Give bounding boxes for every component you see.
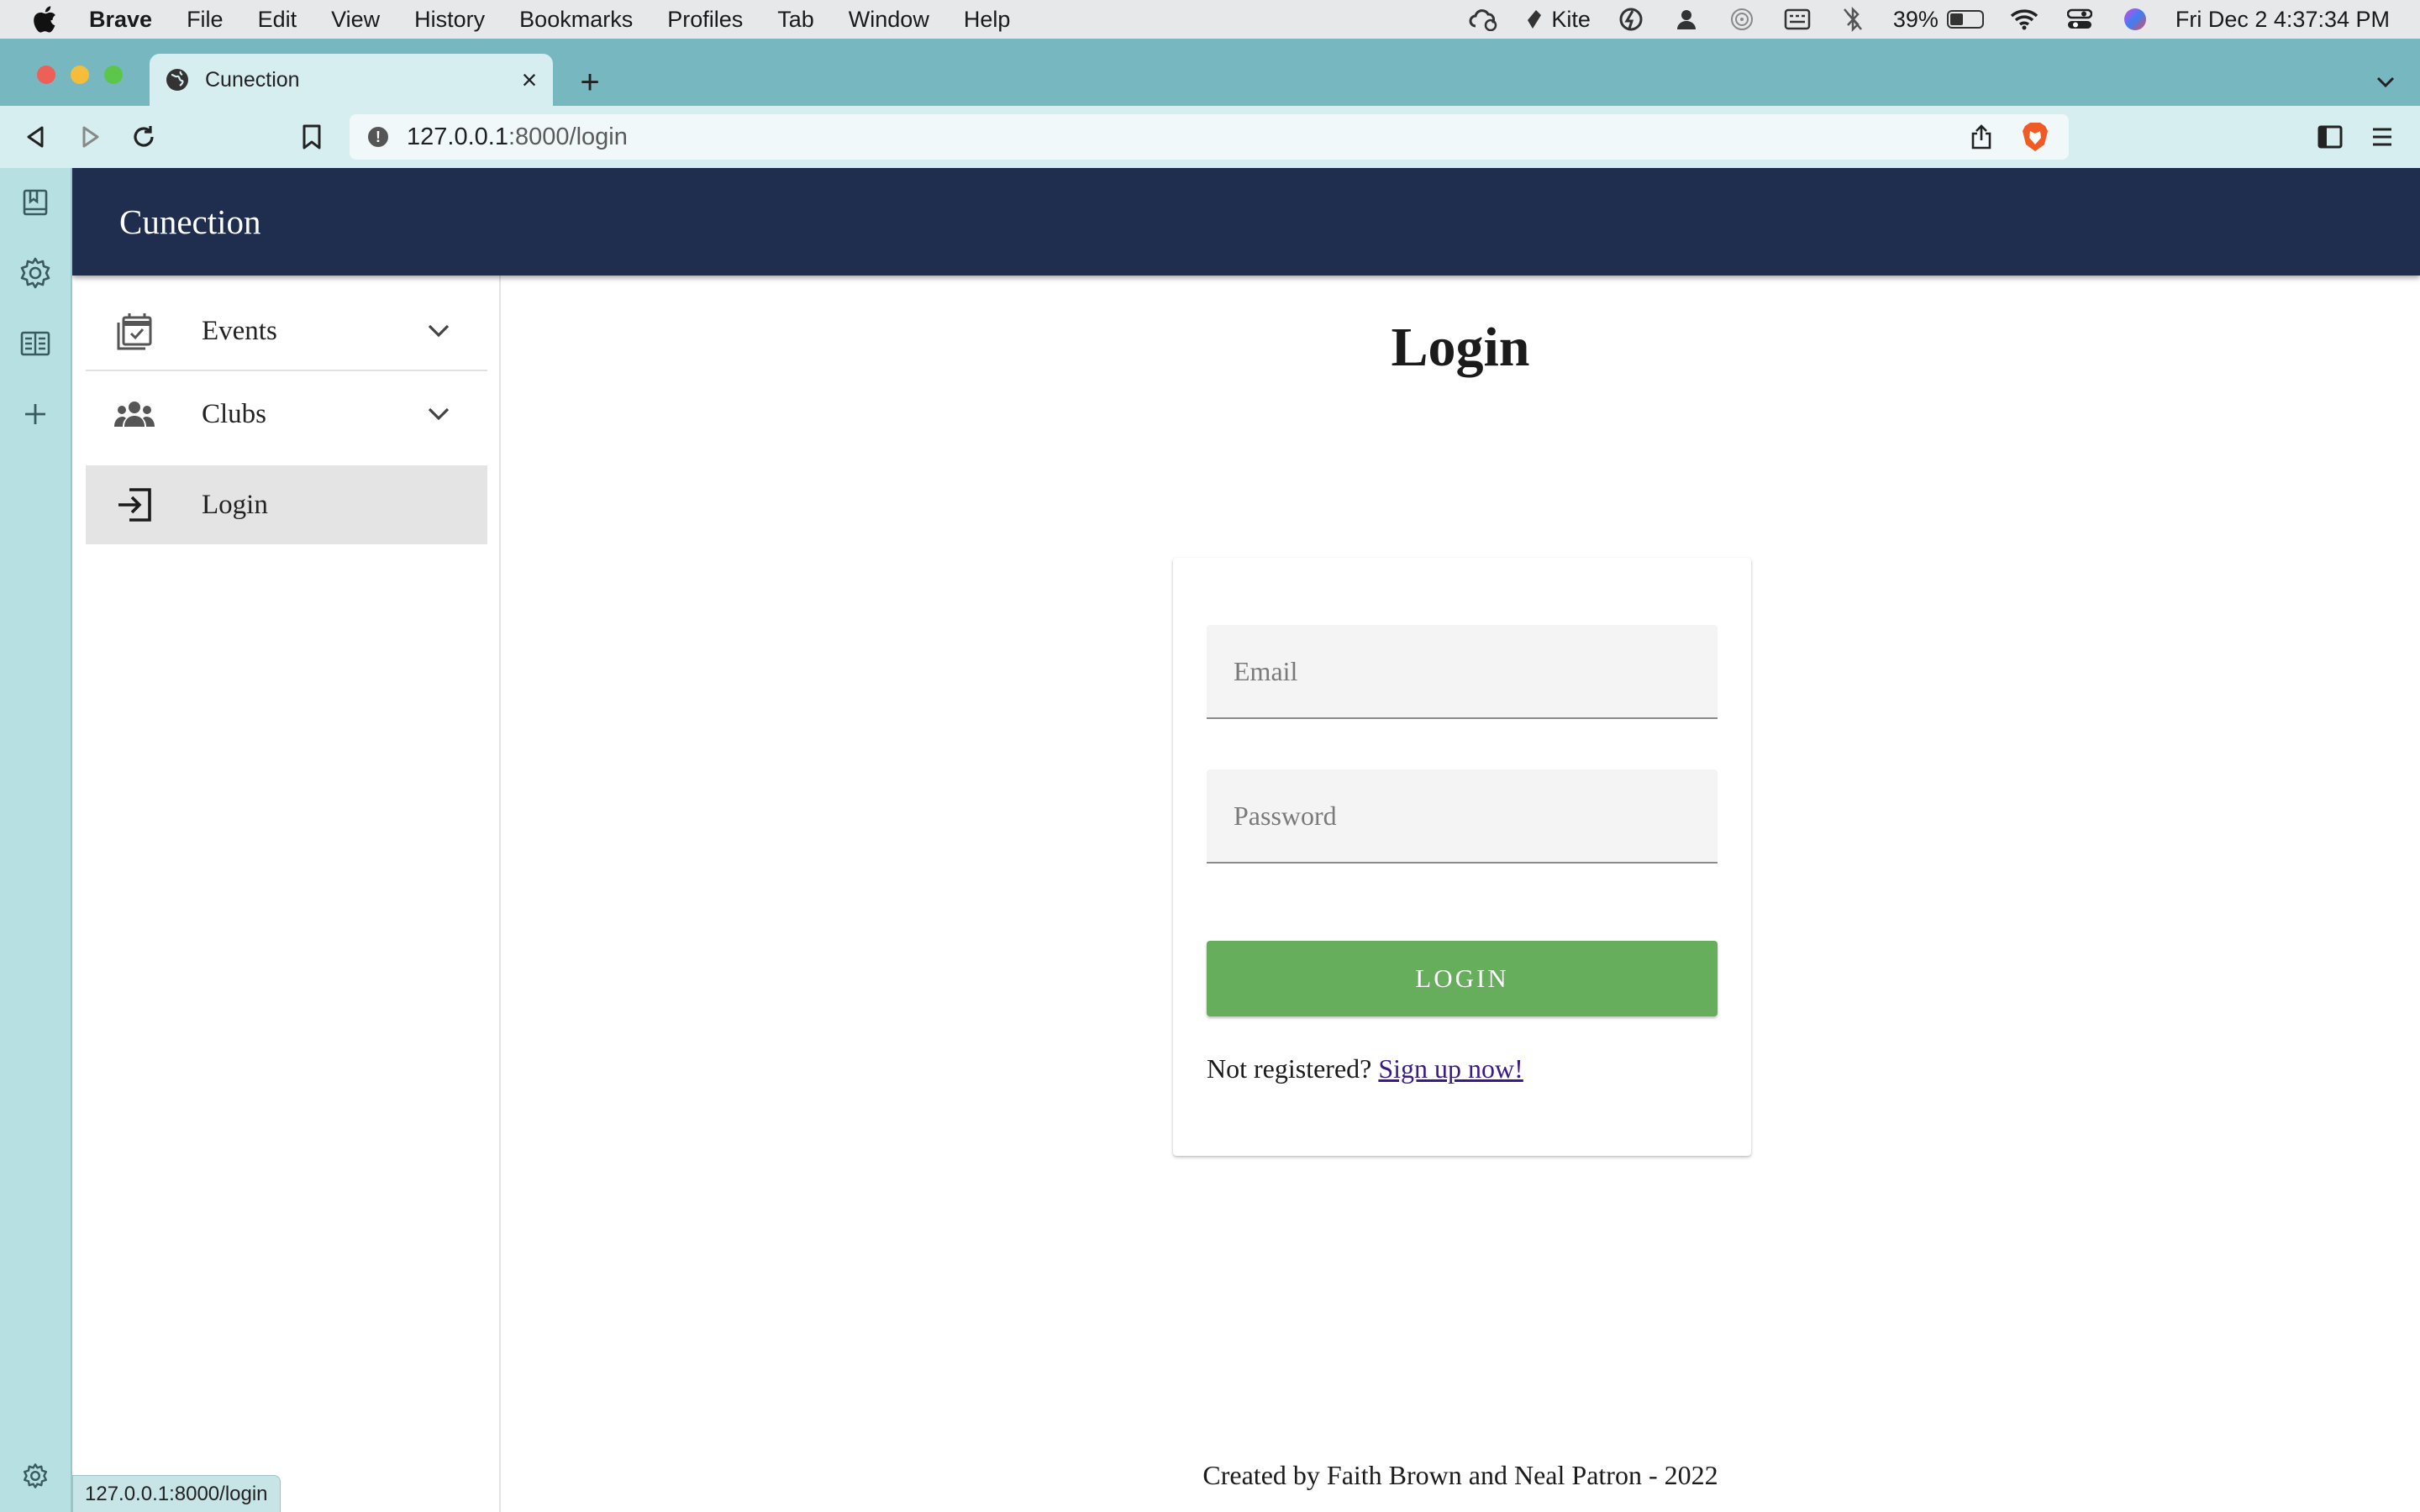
siri-icon[interactable] xyxy=(2120,7,2150,32)
menu-edit[interactable]: Edit xyxy=(258,7,297,33)
browser-toolbar: ! 127.0.0.1:8000/login xyxy=(0,106,2420,168)
status-area: Kite 39% Fri Dec 2 4:37:34 PM xyxy=(1469,0,2390,39)
menu-bookmarks[interactable]: Bookmarks xyxy=(519,7,633,33)
battery-percent: 39% xyxy=(1892,6,1939,32)
page-footer: Created by Faith Brown and Neal Patron -… xyxy=(1202,1460,1718,1490)
gear-icon[interactable] xyxy=(18,255,53,291)
sidebar-settings-icon[interactable] xyxy=(18,1458,53,1494)
wifi-icon[interactable] xyxy=(2009,7,2039,32)
window-zoom-button[interactable] xyxy=(104,66,123,84)
forward-icon[interactable] xyxy=(72,119,108,155)
sign-up-link[interactable]: Sign up now! xyxy=(1378,1053,1523,1084)
kite-status[interactable]: Kite xyxy=(1524,7,1591,32)
user-icon[interactable] xyxy=(1671,7,1702,32)
login-card: LOGIN Not registered? Sign up now! xyxy=(1173,558,1751,1156)
battery-icon xyxy=(1946,10,1984,29)
password-field[interactable] xyxy=(1207,769,1718,862)
kite-label: Kite xyxy=(1551,6,1591,32)
menu-window[interactable]: Window xyxy=(849,7,929,33)
battery-status[interactable]: 39% xyxy=(1893,7,1984,32)
window-minimize-button[interactable] xyxy=(71,66,89,84)
register-prompt: Not registered? Sign up now! xyxy=(1207,1053,1523,1084)
chevron-down-icon[interactable] xyxy=(422,314,455,348)
tab-strip: Cunection × + xyxy=(0,39,2420,106)
password-field-wrapper xyxy=(1207,769,1718,864)
keyboard-icon[interactable] xyxy=(1782,7,1812,32)
side-navigation: Events Clubs Login xyxy=(72,276,501,1512)
brave-shields-icon[interactable] xyxy=(2018,120,2052,154)
login-icon xyxy=(111,481,158,528)
add-icon[interactable] xyxy=(18,396,53,432)
nav-item-clubs[interactable]: Clubs xyxy=(86,375,487,454)
link-status-bubble: 127.0.0.1:8000/login xyxy=(72,1475,281,1512)
email-field-wrapper xyxy=(1207,625,1718,719)
menu-bar: Brave File Edit View History Bookmarks P… xyxy=(0,0,2420,39)
chevron-down-icon[interactable] xyxy=(422,397,455,431)
bookmark-icon[interactable] xyxy=(294,119,329,155)
apple-logo-icon[interactable] xyxy=(32,5,57,34)
clock[interactable]: Fri Dec 2 4:37:34 PM xyxy=(2175,7,2390,33)
menu-app-name[interactable]: Brave xyxy=(89,7,152,33)
email-field[interactable] xyxy=(1207,625,1718,717)
menu-help[interactable]: Help xyxy=(964,7,1011,33)
menu-profiles[interactable]: Profiles xyxy=(667,7,743,33)
url-text[interactable]: 127.0.0.1:8000/login xyxy=(407,123,1965,151)
nav-label-events: Events xyxy=(202,315,277,346)
nav-item-login[interactable]: Login xyxy=(86,465,487,544)
new-tab-icon[interactable]: + xyxy=(571,64,608,101)
reading-list-icon[interactable] xyxy=(18,185,53,220)
group-icon xyxy=(111,391,158,438)
share-icon[interactable] xyxy=(1965,120,1998,154)
globe-icon xyxy=(166,69,188,91)
address-bar[interactable]: ! 127.0.0.1:8000/login xyxy=(350,114,2069,160)
register-prompt-text: Not registered? xyxy=(1207,1053,1372,1084)
url-host: 127.0.0.1 xyxy=(407,123,508,150)
brand-logo[interactable]: Cunection xyxy=(119,202,261,242)
web-page: Cunection Events Clubs Login Login Email… xyxy=(72,168,2420,1512)
login-button[interactable]: LOGIN xyxy=(1207,941,1718,1016)
app-navbar: Cunection xyxy=(72,168,2420,276)
url-path: :8000/login xyxy=(508,123,628,150)
reload-icon[interactable] xyxy=(126,119,161,155)
menu-tab[interactable]: Tab xyxy=(777,7,814,33)
menu-icon[interactable] xyxy=(2365,119,2400,155)
bluetooth-off-icon[interactable] xyxy=(1838,7,1868,32)
window-close-button[interactable] xyxy=(37,66,55,84)
calendar-check-icon xyxy=(111,307,158,354)
site-info-icon[interactable]: ! xyxy=(368,127,388,147)
menu-file[interactable]: File xyxy=(187,7,224,33)
main-content: Login LOGIN Not registered? Sign up now!… xyxy=(501,276,2420,1512)
tab-cunection[interactable]: Cunection × xyxy=(150,54,553,106)
airdrop-icon[interactable] xyxy=(1727,7,1757,32)
energy-icon[interactable] xyxy=(1616,7,1646,32)
control-center-icon[interactable] xyxy=(2065,7,2095,32)
menu-history[interactable]: History xyxy=(414,7,485,33)
back-icon[interactable] xyxy=(18,119,54,155)
bookmarks-icon[interactable] xyxy=(18,326,53,361)
tab-title: Cunection xyxy=(205,67,300,92)
cloud-sync-icon[interactable] xyxy=(1469,7,1499,32)
nav-label-login: Login xyxy=(202,489,268,520)
chevron-down-icon[interactable] xyxy=(2373,69,2398,94)
kite-icon xyxy=(1528,10,1542,29)
close-tab-icon[interactable]: × xyxy=(513,63,546,97)
sidebar-toggle-icon[interactable] xyxy=(2312,119,2348,155)
menu-view[interactable]: View xyxy=(331,7,380,33)
nav-label-clubs: Clubs xyxy=(202,398,267,429)
page-title: Login xyxy=(1391,317,1530,378)
nav-item-events[interactable]: Events xyxy=(86,292,487,371)
brave-sidebar xyxy=(0,168,72,1512)
